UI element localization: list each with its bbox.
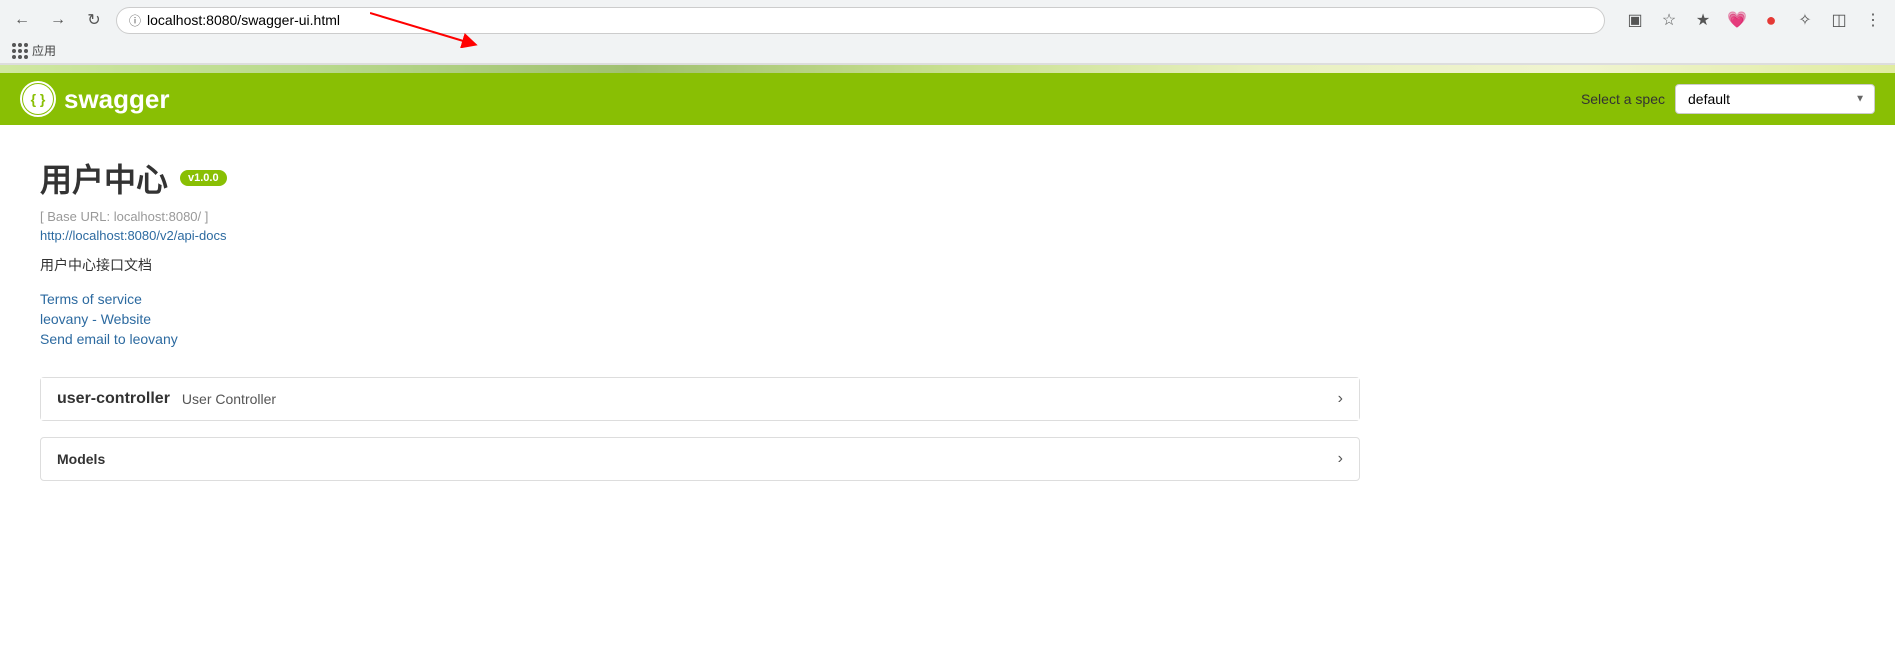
back-button[interactable]: ← (8, 6, 36, 34)
website-link[interactable]: leovany - Website (40, 311, 1360, 327)
bookmarks-bar: 应用 (0, 40, 1895, 64)
extension-icon[interactable]: 💗 (1723, 6, 1751, 34)
swagger-logo: { } swagger (20, 81, 170, 117)
browser-toolbar: ← → ↻ ⓘ ▣ ☆ ★ 💗 ● ✧ ◫ ⋮ (0, 0, 1895, 40)
models-header[interactable]: Models › (41, 438, 1359, 480)
terms-link[interactable]: Terms of service (40, 291, 1360, 307)
reload-button[interactable]: ↻ (80, 6, 108, 34)
models-chevron-icon: › (1338, 450, 1343, 468)
address-bar-container: ⓘ (116, 7, 1605, 34)
api-title-row: 用户中心 v1.0.0 (40, 155, 1360, 201)
logo-symbol: { } (23, 84, 53, 114)
spec-select-wrapper: default (1675, 84, 1875, 114)
version-badge: v1.0.0 (180, 170, 227, 186)
swagger-logo-icon: { } (20, 81, 56, 117)
section-title: user-controller User Controller (57, 390, 276, 408)
sidebar-toggle-icon[interactable]: ◫ (1825, 6, 1853, 34)
models-title: Models (57, 451, 105, 467)
browser-chrome: ← → ↻ ⓘ ▣ ☆ ★ 💗 ● ✧ ◫ ⋮ (0, 0, 1895, 65)
spec-select[interactable]: default (1675, 84, 1875, 114)
browser-actions: ▣ ☆ ★ 💗 ● ✧ ◫ ⋮ (1621, 6, 1887, 34)
gradient-bar (0, 65, 1895, 73)
puzzle-icon[interactable]: ✧ (1791, 6, 1819, 34)
api-title: 用户中心 (40, 155, 168, 201)
email-link[interactable]: Send email to leovany (40, 331, 1360, 347)
api-docs-link[interactable]: http://localhost:8080/v2/api-docs (40, 228, 1360, 243)
chevron-right-icon: › (1338, 390, 1343, 408)
section-desc: User Controller (182, 391, 276, 407)
main-content: 用户中心 v1.0.0 [ Base URL: localhost:8080/ … (0, 125, 1400, 511)
star-icon[interactable]: ★ (1689, 6, 1717, 34)
screen-capture-icon[interactable]: ▣ (1621, 6, 1649, 34)
models-section: Models › (40, 437, 1360, 481)
apps-label[interactable]: 应用 (12, 42, 56, 59)
user-controller-section: user-controller User Controller › (40, 377, 1360, 421)
spec-label: Select a spec (1581, 91, 1665, 107)
menu-icon[interactable]: ⋮ (1859, 6, 1887, 34)
brand-name: swagger (64, 84, 170, 115)
base-url: [ Base URL: localhost:8080/ ] (40, 209, 1360, 224)
apps-text: 应用 (32, 42, 56, 59)
address-bar[interactable] (147, 12, 1592, 28)
forward-button[interactable]: → (44, 6, 72, 34)
api-description: 用户中心接口文档 (40, 255, 1360, 275)
spec-selector: Select a spec default (1581, 84, 1875, 114)
user-controller-header[interactable]: user-controller User Controller › (41, 378, 1359, 420)
info-links: Terms of service leovany - Website Send … (40, 291, 1360, 347)
swagger-header: { } swagger Select a spec default (0, 73, 1895, 125)
lock-icon: ⓘ (129, 12, 141, 29)
bookmark-icon[interactable]: ☆ (1655, 6, 1683, 34)
user-icon[interactable]: ● (1757, 6, 1785, 34)
grid-icon (12, 43, 28, 59)
section-name: user-controller (57, 390, 170, 408)
